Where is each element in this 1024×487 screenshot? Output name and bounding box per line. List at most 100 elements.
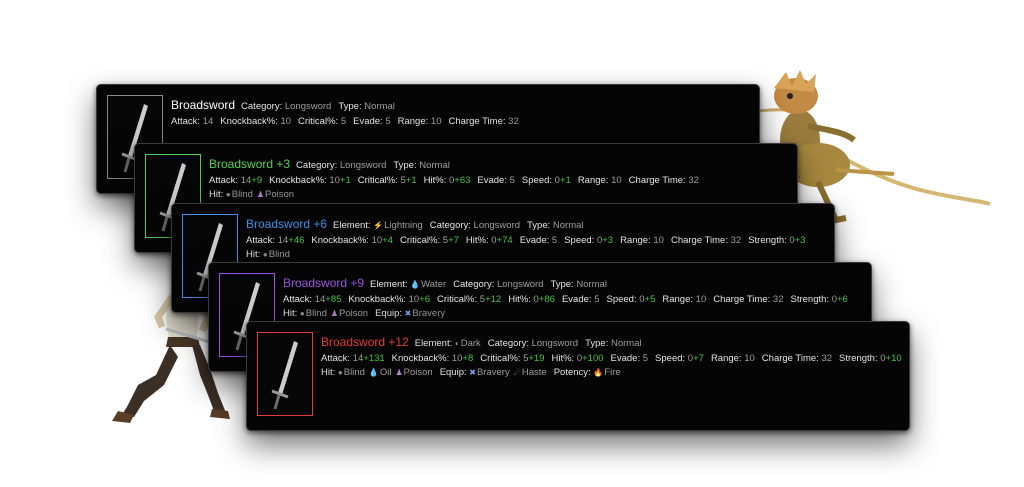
stat-value: 14+9	[240, 175, 263, 186]
stat-bonus: +8	[462, 353, 474, 364]
dark-icon: ◐	[454, 339, 460, 348]
haste-icon: ☄	[513, 368, 521, 377]
stat-label: Charge Time:	[628, 175, 689, 186]
stat-label: Critical%:	[437, 294, 480, 305]
stat-label: Evade:	[561, 294, 595, 305]
stat-value: 0+3	[596, 235, 614, 246]
stat-value: 0+63	[448, 175, 471, 186]
stat-bonus: +12	[485, 294, 502, 305]
stat-label: Range:	[710, 353, 745, 364]
stat-value: 32	[688, 175, 699, 186]
effect-label: Hit:	[321, 367, 338, 378]
stat-value: 14+85	[314, 294, 342, 305]
stat-value: 32	[730, 235, 742, 246]
stat-label: Charge Time:	[761, 353, 822, 364]
effect-value: ●Blind	[262, 249, 290, 260]
effect-label: Hit:	[283, 308, 300, 319]
header-value: ◐Dark	[454, 338, 481, 349]
stat-value: 10+6	[408, 294, 431, 305]
stat-bonus: +1	[339, 175, 351, 186]
stat-bonus: +6	[836, 294, 848, 305]
effect-value: ✖Bravery	[469, 367, 510, 378]
stat-bonus: +10	[885, 353, 902, 364]
item-title: Broadsword +6	[246, 217, 328, 231]
effect-value: ●Blind	[337, 367, 365, 378]
effect-value: ♟Poison	[395, 367, 433, 378]
stat-label: Range:	[620, 235, 654, 246]
effect-value: ☄Haste	[513, 367, 547, 378]
stat-label: Speed:	[564, 235, 597, 246]
stat-label: Speed:	[521, 175, 555, 186]
stat-bonus: +5	[644, 294, 656, 305]
stat-bonus: +1	[559, 175, 571, 186]
stat-value: 10+4	[371, 235, 394, 246]
stat-label: Hit%:	[423, 175, 449, 186]
stat-label: Critical%:	[400, 235, 443, 246]
stat-bonus: +3	[794, 235, 806, 246]
blind-icon: ●	[225, 190, 231, 199]
stat-value: 0+3	[789, 235, 806, 246]
header-value: ⚡Lightning	[373, 220, 423, 231]
stat-value: 0+86	[533, 294, 555, 305]
stat-bonus: +9	[251, 175, 263, 186]
stat-bonus: +7	[448, 235, 459, 246]
stat-label: Strength:	[839, 353, 881, 364]
stat-label: Charge Time:	[670, 235, 731, 246]
poison-icon: ♟	[330, 309, 339, 318]
stat-label: Knockback%:	[348, 294, 409, 305]
header-label: Type:	[585, 338, 611, 349]
item-header-row: Broadsword +9 Element: 💧Water Category: Lo…	[283, 276, 614, 290]
water-icon: 💧	[410, 280, 421, 289]
item-stats-row: Attack: 14 Knockback%: 10 Critical%: 5 Evad…	[171, 116, 526, 127]
stat-bonus: +1	[405, 175, 417, 186]
effect-value: ✖Bravery	[404, 308, 446, 319]
bravery-icon: ✖	[469, 368, 476, 377]
header-label: Category:	[487, 338, 532, 349]
item-effects-row: Hit: ●Blind ♟Poison	[209, 189, 301, 200]
stat-bonus: +19	[528, 353, 545, 364]
header-label: Type:	[550, 279, 577, 290]
stat-label: Strength:	[748, 235, 790, 246]
item-header-row: Broadsword +3 Category: Longsword Type: No…	[209, 157, 457, 171]
stat-bonus: +85	[325, 294, 342, 305]
stat-label: Critical%:	[298, 116, 341, 127]
stat-label: Knockback%:	[311, 235, 372, 246]
item-title: Broadsword +3	[209, 157, 291, 171]
stat-label: Evade:	[353, 116, 386, 127]
stat-value: 5+19	[523, 353, 545, 364]
stat-value: 10	[280, 116, 292, 127]
stat-label: Charge Time:	[713, 294, 773, 305]
header-label: Type:	[527, 220, 553, 231]
stat-label: Charge Time:	[448, 116, 509, 127]
header-value: Longsword	[284, 101, 332, 112]
header-value: 💧Water	[410, 279, 447, 290]
stat-value: 14	[202, 116, 214, 127]
stat-label: Attack:	[246, 235, 278, 246]
stat-label: Knockback%:	[220, 116, 281, 127]
stat-label: Critical%:	[357, 175, 401, 186]
header-label: Category:	[429, 220, 474, 231]
item-tooltip-card[interactable]: Broadsword +12 Element: ◐Dark Category: Lo…	[246, 321, 910, 431]
stat-value: 0+6	[831, 294, 848, 305]
stat-value: 14+131	[352, 353, 385, 364]
effect-value: ●Blind	[299, 308, 327, 319]
header-value: Normal	[576, 279, 607, 290]
header-label: Type:	[338, 101, 365, 112]
stat-value: 32	[821, 353, 833, 364]
header-label: Category:	[296, 160, 340, 171]
oil-icon: 💧	[368, 368, 379, 377]
stat-label: Range:	[397, 116, 431, 127]
item-header-row: Broadsword +6 Element: ⚡Lightning Category…	[246, 217, 591, 231]
blind-icon: ●	[262, 250, 268, 259]
stat-value: 32	[772, 294, 784, 305]
stat-value: 14+46	[277, 235, 305, 246]
header-label: Category:	[241, 101, 285, 112]
stat-value: 0+100	[576, 353, 604, 364]
stat-bonus: +86	[538, 294, 555, 305]
header-label: Type:	[393, 160, 420, 171]
stat-value: 5+1	[400, 175, 417, 186]
item-title: Broadsword	[171, 98, 236, 112]
stat-value: 5+12	[479, 294, 502, 305]
stat-bonus: +3	[602, 235, 614, 246]
item-title: Broadsword +12	[321, 335, 409, 349]
